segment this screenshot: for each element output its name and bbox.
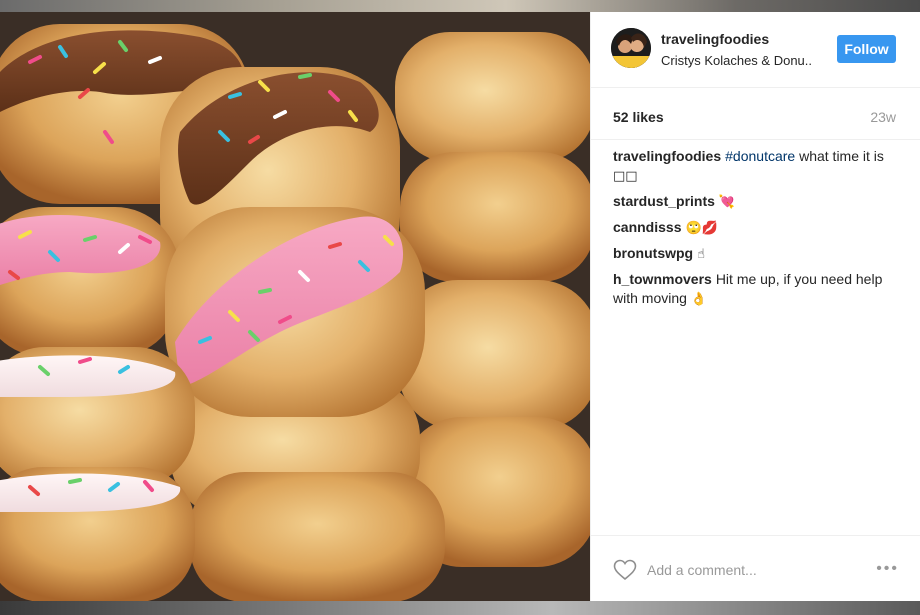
pointing-hand-emoji-icon: ☝: [697, 247, 706, 262]
follow-button[interactable]: Follow: [837, 35, 896, 63]
caption-emoji: □□: [613, 169, 638, 184]
avatar-image: [611, 28, 651, 68]
post-stats: 52 likes 23w: [591, 88, 920, 140]
ok-hand-emoji-icon: 👌: [690, 292, 707, 307]
background-strip-top: [0, 0, 920, 12]
comments-list: travelingfoodies #donutcare what time it …: [613, 147, 905, 315]
post-photo[interactable]: [0, 12, 590, 601]
more-options-icon[interactable]: •••: [876, 560, 899, 578]
add-comment-input[interactable]: Add a comment...: [647, 562, 757, 578]
comment-item: h_townmovers Hit me up, if you need help …: [613, 270, 905, 309]
comment-username[interactable]: canndisss: [613, 219, 681, 235]
post-sidebar: travelingfoodies Cristys Kolaches & Donu…: [590, 12, 920, 601]
comment-item: canndisss 🙄💋: [613, 218, 905, 238]
post-header: travelingfoodies Cristys Kolaches & Donu…: [591, 12, 920, 88]
comment-item: stardust_prints 💘: [613, 192, 905, 212]
background-strip-bottom: [0, 601, 920, 615]
caption-username[interactable]: travelingfoodies: [613, 148, 721, 164]
heart-icon[interactable]: [613, 559, 637, 581]
donuts-photo-illustration: [0, 12, 590, 601]
post-location[interactable]: Cristys Kolaches & Donu..: [661, 53, 812, 68]
post-age[interactable]: 23w: [870, 109, 896, 125]
comment-item: bronutswpg ☝: [613, 244, 905, 264]
post-footer: Add a comment... •••: [591, 535, 920, 601]
avatar[interactable]: [611, 28, 651, 68]
caption-hashtag[interactable]: #donutcare: [725, 148, 795, 164]
comment-username[interactable]: bronutswpg: [613, 245, 693, 261]
comment-username[interactable]: h_townmovers: [613, 271, 712, 287]
comment-username[interactable]: stardust_prints: [613, 193, 715, 209]
heart-emoji-icon: 💘: [718, 195, 736, 210]
instagram-post-embed: travelingfoodies Cristys Kolaches & Donu…: [0, 0, 920, 615]
post-username[interactable]: travelingfoodies: [661, 31, 769, 47]
caption-text: what time it is: [799, 148, 884, 164]
likes-count[interactable]: 52 likes: [613, 109, 664, 125]
caption: travelingfoodies #donutcare what time it …: [613, 147, 905, 186]
eyeroll-kiss-emoji-icon: 🙄💋: [685, 221, 718, 236]
